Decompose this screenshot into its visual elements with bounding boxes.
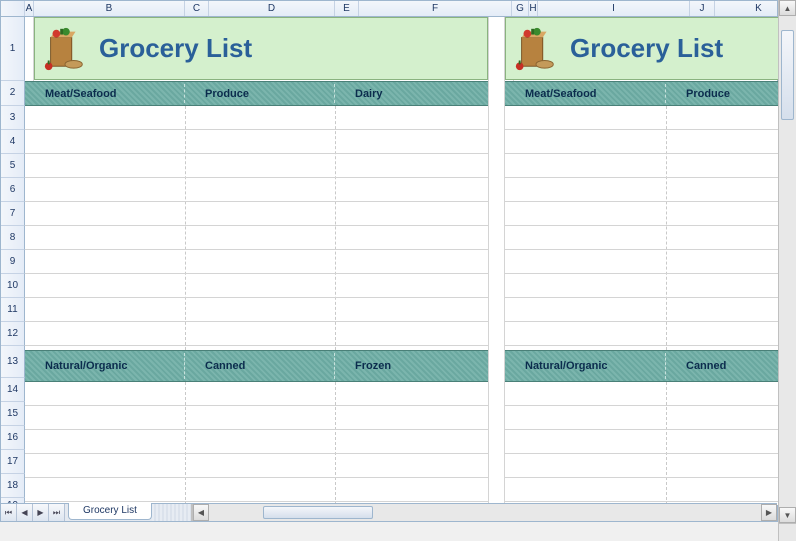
tab-nav-first-icon[interactable]: ⏮ bbox=[1, 504, 17, 521]
row-header-11[interactable]: 11 bbox=[1, 298, 25, 322]
banner-title-right: Grocery List bbox=[570, 33, 723, 64]
row-header-2[interactable]: 2 bbox=[1, 81, 25, 106]
col-header-H[interactable]: H bbox=[529, 1, 538, 16]
row-header-14[interactable]: 14 bbox=[1, 378, 25, 402]
hscroll-thumb[interactable] bbox=[263, 506, 373, 519]
col-header-D[interactable]: D bbox=[209, 1, 335, 16]
row-header-gutter: 1 2 3 4 5 6 7 8 9 10 11 12 13 14 15 16 1… bbox=[1, 17, 25, 503]
grocery-bag-icon bbox=[41, 24, 91, 74]
row-header-6[interactable]: 6 bbox=[1, 178, 25, 202]
tab-nav-last-icon[interactable]: ⏭ bbox=[49, 504, 65, 521]
vscroll-down-icon[interactable]: ▼ bbox=[779, 507, 796, 523]
section-natural-organic-2[interactable]: Natural/Organic bbox=[505, 351, 666, 381]
row-header-9[interactable]: 9 bbox=[1, 250, 25, 274]
row-header-13[interactable]: 13 bbox=[1, 346, 25, 378]
col-header-B[interactable]: B bbox=[34, 1, 185, 16]
section-bar-top-right: Meat/Seafood Produce bbox=[505, 81, 779, 106]
banner-title-left: Grocery List bbox=[99, 33, 252, 64]
row-header-12[interactable]: 12 bbox=[1, 322, 25, 346]
col-header-E[interactable]: E bbox=[335, 1, 359, 16]
section-canned-2[interactable]: Canned bbox=[666, 351, 779, 381]
sheet-tab-grocery-list[interactable]: Grocery List bbox=[68, 503, 152, 520]
row-header-15[interactable]: 15 bbox=[1, 402, 25, 426]
select-all-corner[interactable] bbox=[1, 1, 25, 16]
vertical-scrollbar[interactable]: ▲ ▼ bbox=[778, 0, 796, 541]
workbook: A B C D E F G H I J K 1 2 3 4 5 6 7 8 9 … bbox=[0, 0, 778, 522]
col-header-J[interactable]: J bbox=[690, 1, 715, 16]
section-meat-seafood[interactable]: Meat/Seafood bbox=[25, 82, 185, 105]
tab-nav-next-icon[interactable]: ▶ bbox=[33, 504, 49, 521]
scroll-corner bbox=[779, 523, 796, 541]
tab-nav-prev-icon[interactable]: ◀ bbox=[17, 504, 33, 521]
row-header-4[interactable]: 4 bbox=[1, 130, 25, 154]
bottom-bar: ⏮ ◀ ▶ ⏭ Grocery List ◀ ▶ bbox=[1, 503, 777, 521]
list-block-mid-left[interactable] bbox=[25, 382, 488, 505]
section-meat-seafood-2[interactable]: Meat/Seafood bbox=[505, 82, 666, 105]
section-bar-mid-right: Natural/Organic Canned bbox=[505, 350, 779, 382]
row-header-18[interactable]: 18 bbox=[1, 474, 25, 498]
section-natural-organic[interactable]: Natural/Organic bbox=[25, 351, 185, 381]
grocery-banner-left: Grocery List bbox=[34, 17, 488, 80]
horizontal-scrollbar[interactable]: ◀ ▶ bbox=[192, 504, 777, 521]
row-header-17[interactable]: 17 bbox=[1, 450, 25, 474]
vscroll-thumb[interactable] bbox=[781, 30, 794, 120]
section-produce[interactable]: Produce bbox=[185, 82, 335, 105]
grocery-banner-right: Grocery List bbox=[505, 17, 779, 80]
vscroll-up-icon[interactable]: ▲ bbox=[779, 0, 796, 16]
section-frozen[interactable]: Frozen bbox=[335, 351, 488, 381]
row-header-16[interactable]: 16 bbox=[1, 426, 25, 450]
col-header-G[interactable]: G bbox=[512, 1, 529, 16]
tab-split-handle[interactable] bbox=[152, 504, 192, 521]
list-block-top-right[interactable] bbox=[505, 106, 779, 350]
hscroll-right-icon[interactable]: ▶ bbox=[761, 504, 777, 521]
col-g-gap[interactable] bbox=[488, 17, 505, 521]
list-block-mid-right[interactable] bbox=[505, 382, 779, 505]
section-dairy[interactable]: Dairy bbox=[335, 82, 488, 105]
row-header-5[interactable]: 5 bbox=[1, 154, 25, 178]
col-header-C[interactable]: C bbox=[185, 1, 209, 16]
row-header-3[interactable]: 3 bbox=[1, 106, 25, 130]
section-produce-2[interactable]: Produce bbox=[666, 82, 779, 105]
section-bar-top-left: Meat/Seafood Produce Dairy bbox=[25, 81, 488, 106]
col-header-F[interactable]: F bbox=[359, 1, 512, 16]
list-block-top-left[interactable] bbox=[25, 106, 488, 350]
section-canned[interactable]: Canned bbox=[185, 351, 335, 381]
row-header-10[interactable]: 10 bbox=[1, 274, 25, 298]
row-header-1[interactable]: 1 bbox=[1, 17, 25, 81]
column-header-row: A B C D E F G H I J K bbox=[1, 1, 777, 17]
row-header-7[interactable]: 7 bbox=[1, 202, 25, 226]
grocery-bag-icon bbox=[512, 24, 562, 74]
col-header-I[interactable]: I bbox=[538, 1, 690, 16]
col-header-A[interactable]: A bbox=[25, 1, 34, 16]
row-header-8[interactable]: 8 bbox=[1, 226, 25, 250]
section-bar-mid-left: Natural/Organic Canned Frozen bbox=[25, 350, 488, 382]
hscroll-left-icon[interactable]: ◀ bbox=[193, 504, 209, 521]
